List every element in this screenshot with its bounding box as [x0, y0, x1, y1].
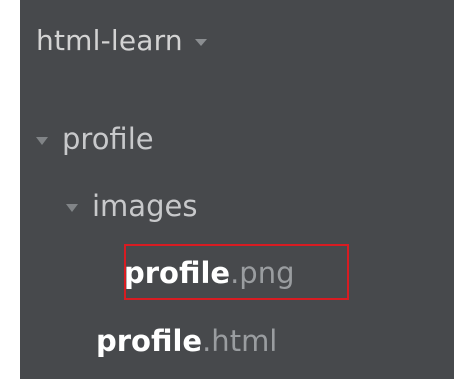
file-name: profile: [96, 324, 203, 358]
caret-down-icon[interactable]: [194, 38, 207, 46]
tree-folder-profile[interactable]: profile: [36, 119, 154, 159]
folder-label: images: [92, 189, 198, 223]
tree-folder-images[interactable]: images: [66, 186, 197, 226]
file-extension: .html: [202, 324, 278, 358]
project-dropdown[interactable]: html-learn: [36, 20, 207, 60]
tree-file-profile-png[interactable]: profile .png: [124, 253, 295, 293]
tree-file-profile-html[interactable]: profile .html: [96, 321, 277, 361]
file-extension: .png: [230, 256, 295, 290]
project-name: html-learn: [36, 23, 183, 57]
caret-down-icon[interactable]: [66, 203, 78, 212]
file-name: profile: [124, 256, 231, 290]
folder-label: profile: [62, 122, 154, 156]
caret-down-icon[interactable]: [36, 136, 48, 145]
